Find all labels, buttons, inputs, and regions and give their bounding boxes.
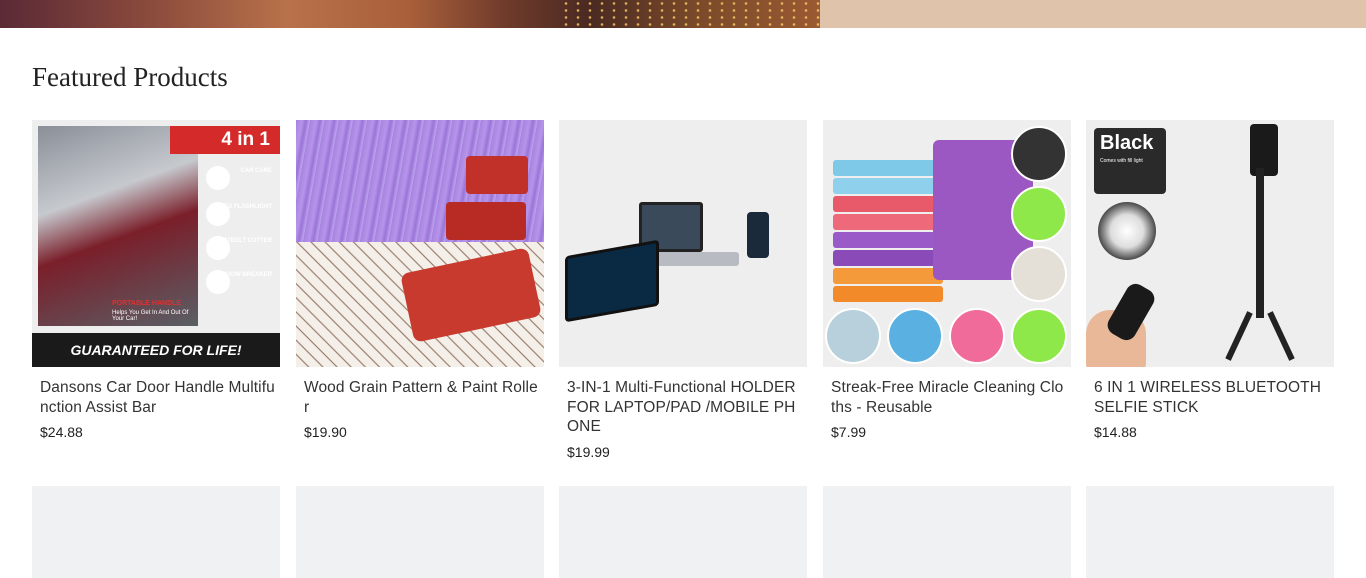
tagline: Helps You Get In And Out Of Your Car! xyxy=(112,310,189,322)
section-title: Featured Products xyxy=(32,62,228,92)
cloth xyxy=(833,232,943,248)
product-card[interactable]: Streak-Free Miracle Cleaning Cloths - Re… xyxy=(823,120,1071,440)
product-image[interactable] xyxy=(559,120,807,367)
product-title[interactable]: 6 IN 1 WIRELESS BLUETOOTH SELFIE STICK xyxy=(1086,378,1334,417)
detail-circle xyxy=(887,308,943,364)
product-image[interactable]: 4 in 1 CAR CANE LED FLASHLIGHT SEATBELT … xyxy=(32,120,280,367)
handle-text: PORTABLE HANDLE xyxy=(112,300,182,307)
roller xyxy=(446,202,526,240)
detail-circle xyxy=(949,308,1005,364)
roller xyxy=(466,156,528,194)
product-price: $24.88 xyxy=(40,424,83,440)
feature-item: SEATBELT CUTTER xyxy=(206,236,272,260)
feature-label: CAR CANE xyxy=(240,168,272,174)
feature-item: CAR CANE xyxy=(206,166,272,190)
badge: 4 in 1 xyxy=(170,126,280,154)
cloth xyxy=(833,178,943,194)
product-card-placeholder xyxy=(1086,486,1334,578)
selfie-stick xyxy=(1256,168,1264,318)
detail-circle xyxy=(825,308,881,364)
product-card[interactable]: Black Comes with fill light 6 IN 1 WIREL… xyxy=(1086,120,1334,440)
detail-circle xyxy=(1011,308,1067,364)
product-price: $7.99 xyxy=(831,424,867,440)
product-card-placeholder xyxy=(296,486,544,578)
badge: Black Comes with fill light xyxy=(1094,128,1166,194)
cane-icon xyxy=(206,166,230,190)
product-card-placeholder xyxy=(32,486,280,578)
phone xyxy=(1250,124,1278,176)
tripod-leg xyxy=(1225,311,1253,361)
cloth xyxy=(833,268,943,284)
tripod-leg xyxy=(1267,311,1295,361)
cloth xyxy=(833,214,943,230)
product-card-placeholder xyxy=(559,486,807,578)
product-card[interactable]: 3-IN-1 Multi-Functional HOLDER FOR LAPTO… xyxy=(559,120,807,460)
guarantee-banner: GUARANTEED FOR LIFE! xyxy=(32,333,280,367)
product-image[interactable] xyxy=(296,120,544,367)
product-title[interactable]: 3-IN-1 Multi-Functional HOLDER FOR LAPTO… xyxy=(559,378,807,437)
product-price: $19.99 xyxy=(567,443,610,460)
product-price: $19.90 xyxy=(304,424,347,440)
product-card[interactable]: Wood Grain Pattern & Paint Roller $19.90 xyxy=(296,120,544,440)
feature-item: LED FLASHLIGHT xyxy=(206,202,272,226)
detail-circle xyxy=(1011,246,1067,302)
product-card[interactable]: 4 in 1 CAR CANE LED FLASHLIGHT SEATBELT … xyxy=(32,120,280,440)
window-breaker-icon xyxy=(206,270,230,294)
seatbelt-icon xyxy=(206,236,230,260)
badge-label: Black xyxy=(1100,132,1154,154)
product-card-placeholder xyxy=(823,486,1071,578)
hero-panel xyxy=(820,0,1366,28)
cloth xyxy=(833,196,943,212)
cloth xyxy=(833,286,943,302)
hero-image[interactable] xyxy=(0,0,820,28)
cloth xyxy=(833,250,943,266)
detail-circle xyxy=(1011,126,1067,182)
tablet xyxy=(565,239,659,323)
product-image[interactable] xyxy=(823,120,1071,367)
flashlight-icon xyxy=(206,202,230,226)
light-icon xyxy=(1098,202,1156,260)
detail-circle xyxy=(1011,186,1067,242)
phone xyxy=(747,212,769,258)
product-image[interactable]: Black Comes with fill light xyxy=(1086,120,1334,367)
cloth xyxy=(833,160,943,176)
product-price: $14.88 xyxy=(1094,424,1137,440)
product-photo xyxy=(38,126,198,326)
product-title[interactable]: Streak-Free Miracle Cleaning Cloths - Re… xyxy=(823,378,1071,417)
product-title[interactable]: Wood Grain Pattern & Paint Roller xyxy=(296,378,544,417)
hero-banner[interactable] xyxy=(0,0,1366,28)
product-title[interactable]: Dansons Car Door Handle Multifunction As… xyxy=(32,378,280,417)
badge-sub: Comes with fill light xyxy=(1100,158,1143,164)
feature-item: WINDOW BREAKER xyxy=(206,270,272,294)
